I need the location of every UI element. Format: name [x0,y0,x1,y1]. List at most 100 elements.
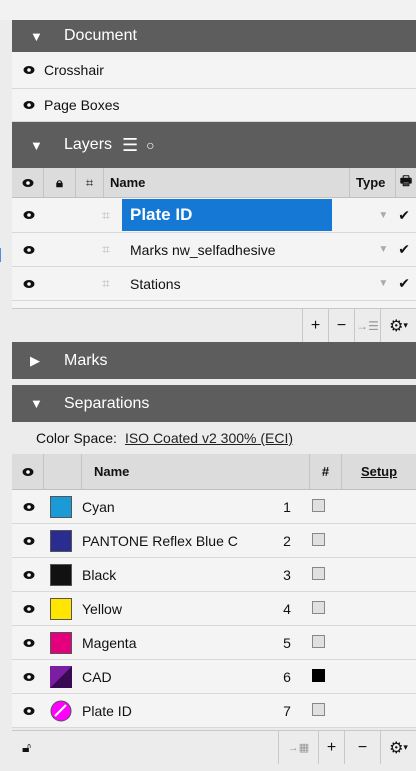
type-dropdown-icon[interactable]: ▼ [378,278,388,289]
type-dropdown-icon[interactable]: ▼ [378,210,388,221]
separation-name[interactable]: PANTONE Reflex Blue C [82,533,272,549]
list-view-icon[interactable]: ☰ [122,135,138,156]
separation-name[interactable]: Black [82,567,272,583]
add-layer-button[interactable]: + [302,309,328,342]
separation-row[interactable]: PANTONE Reflex Blue C 2 [12,524,416,558]
setup-column-header[interactable]: Setup [342,464,416,479]
color-swatch[interactable] [50,495,72,518]
printer-icon[interactable]: 🖶︎ [396,172,416,194]
separation-name[interactable]: Plate ID [82,703,272,719]
frame-column[interactable]: ⌗ [76,168,104,197]
top-strip [0,0,416,20]
gear-icon: ⚙ [389,739,404,757]
frame-icon: ⌗ [102,275,110,291]
marks-panel-title: Marks [64,351,108,369]
color-swatch[interactable] [50,529,72,552]
layer-row[interactable]: ⌗ Marks nw_selfadhesive ▼ ✔ [12,233,416,267]
eye-icon[interactable] [23,501,35,513]
document-item-crosshair[interactable]: Crosshair [12,52,416,89]
color-swatch[interactable] [50,631,72,654]
type-dropdown-icon[interactable]: ▼ [378,244,388,255]
marks-panel-header[interactable]: ▶ Marks [12,342,416,379]
checkmark-icon[interactable]: ✔ [398,275,410,292]
move-layer-icon[interactable]: →☰ [354,309,380,342]
eye-icon[interactable] [23,637,35,649]
setup-checkbox[interactable] [312,498,325,512]
visibility-column[interactable] [12,168,44,197]
swatch-column [44,454,82,489]
separations-panel-header[interactable]: ▼ Separations [12,385,416,422]
layer-row[interactable]: ⌗ Stations ▼ ✔ [12,267,416,301]
type-column-header[interactable]: Type [350,168,396,197]
collapse-triangle-icon[interactable]: ▼ [30,396,46,411]
separation-row[interactable]: Plate ID 7 [12,694,416,728]
move-separation-icon[interactable]: →▦ [278,731,318,764]
separation-number: 4 [283,600,291,617]
color-swatch[interactable] [50,700,72,722]
eye-icon[interactable] [23,705,35,717]
eye-icon[interactable] [23,99,35,111]
eye-icon[interactable] [23,278,35,290]
color-swatch[interactable] [50,665,72,688]
separation-row[interactable]: Magenta 5 [12,626,416,660]
frame-icon: ⌗ [102,206,110,223]
eye-icon[interactable] [23,535,35,547]
color-space-row: Color Space: ISO Coated v2 300% (ECI) [12,422,416,454]
separation-row[interactable]: Cyan 1 [12,490,416,524]
setup-checkbox[interactable] [312,532,325,546]
remove-layer-button[interactable]: − [328,309,354,342]
eye-icon [22,467,33,476]
checkmark-icon[interactable]: ✔ [398,241,410,258]
layer-name[interactable]: Stations [122,276,181,292]
separation-row[interactable]: Black 3 [12,558,416,592]
frame-icon: ⌗ [102,241,110,257]
layers-panel-header[interactable]: ▼ Layers ☰ ○ [12,122,416,168]
separations-column-header: Name # Setup [12,454,416,490]
number-column-header[interactable]: # [310,454,342,489]
separations-gear-button[interactable]: ⚙ ▾ [380,731,416,764]
eye-icon[interactable] [23,209,35,221]
separation-name[interactable]: Cyan [82,499,272,515]
setup-checkbox[interactable] [312,634,325,648]
add-separation-button[interactable]: + [318,731,344,764]
separation-name[interactable]: Yellow [82,601,272,617]
separation-name[interactable]: CAD [82,669,272,685]
layer-row[interactable]: ⌗ Plate ID ▼ ✔ [12,198,416,233]
color-space-link[interactable]: ISO Coated v2 300% (ECI) [125,430,293,446]
eye-icon[interactable] [23,671,35,683]
layer-name[interactable]: Marks nw_selfadhesive [122,242,276,258]
setup-checkbox[interactable] [312,600,325,614]
eye-icon [22,178,33,187]
setup-checkbox[interactable] [312,702,325,716]
eye-icon[interactable] [23,603,35,615]
document-panel-header[interactable]: ▼ Document [12,20,416,52]
eye-icon[interactable] [23,64,35,76]
layers-gear-button[interactable]: ⚙ ▾ [380,309,416,342]
document-item-label: Page Boxes [44,97,120,113]
separation-row[interactable]: Yellow 4 [12,592,416,626]
color-space-label: Color Space: [36,430,117,446]
setup-checkbox[interactable] [312,566,325,580]
lock-column[interactable]: 🔒︎ [44,168,76,197]
setup-checkbox[interactable] [312,668,325,682]
separation-row[interactable]: CAD 6 [12,660,416,694]
collapse-triangle-icon[interactable]: ▼ [30,29,46,44]
color-swatch[interactable] [50,563,72,586]
separation-name[interactable]: Magenta [82,635,272,651]
eye-icon[interactable] [23,569,35,581]
lock-icon[interactable]: 🔓︎ [22,739,31,756]
checkmark-icon[interactable]: ✔ [398,207,410,224]
collapse-triangle-icon[interactable]: ▼ [30,138,46,153]
visibility-column[interactable] [12,454,44,489]
expand-triangle-icon[interactable]: ▶ [30,353,46,369]
document-item-page-boxes[interactable]: Page Boxes [12,89,416,122]
name-column-header[interactable]: Name [104,168,350,197]
eye-icon[interactable] [23,244,35,256]
separation-number: 5 [283,634,291,651]
circle-view-icon[interactable]: ○ [146,137,154,153]
layer-name[interactable]: Plate ID [122,199,332,231]
name-column-header[interactable]: Name [82,454,310,489]
color-swatch[interactable] [50,597,72,620]
remove-separation-button[interactable]: − [344,731,380,764]
layers-column-header: 🔒︎ ⌗ Name Type 🖶︎ [12,168,416,198]
